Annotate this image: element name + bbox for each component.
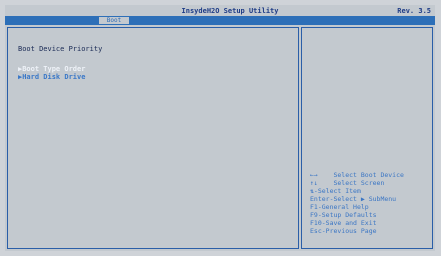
help-line-select-submenu: Enter-Select ▶ SubMenu xyxy=(310,195,397,203)
help-line-general-help: F1-General Help xyxy=(310,203,369,211)
main-panel: Boot Device Priority ▶Boot Type Order ▶H… xyxy=(7,27,299,249)
tab-boot[interactable]: Boot xyxy=(99,17,129,24)
help-line-select-boot-device: ←→ Select Boot Device xyxy=(310,171,404,179)
bios-screen: InsydeH2O Setup Utility Rev. 3.5 Boot Bo… xyxy=(0,0,441,256)
help-line-previous-page: Esc-Previous Page xyxy=(310,227,377,235)
section-title: Boot Device Priority xyxy=(18,45,103,53)
bios-setup-window: InsydeH2O Setup Utility Rev. 3.5 Boot Bo… xyxy=(5,5,435,251)
help-line-setup-defaults: F9-Setup Defaults xyxy=(310,211,377,219)
help-line-select-screen: ↑↓ Select Screen xyxy=(310,179,385,187)
help-line-save-and-exit: F10-Save and Exit xyxy=(310,219,377,227)
help-panel: ←→ Select Boot Device ↑↓ Select Screen ⇅… xyxy=(301,27,433,249)
utility-title: InsydeH2O Setup Utility xyxy=(181,7,279,15)
menu-item-boot-type-order[interactable]: ▶Boot Type Order xyxy=(18,65,85,73)
tab-bar: Boot xyxy=(5,16,435,25)
revision-label: Rev. 3.5 xyxy=(397,7,431,15)
help-line-select-item: ⇅-Select Item xyxy=(310,187,361,195)
title-bar: InsydeH2O Setup Utility Rev. 3.5 xyxy=(5,5,435,16)
key-help-list: ←→ Select Boot Device ↑↓ Select Screen ⇅… xyxy=(310,171,432,235)
menu-item-hard-disk-drive[interactable]: ▶Hard Disk Drive xyxy=(18,73,85,81)
